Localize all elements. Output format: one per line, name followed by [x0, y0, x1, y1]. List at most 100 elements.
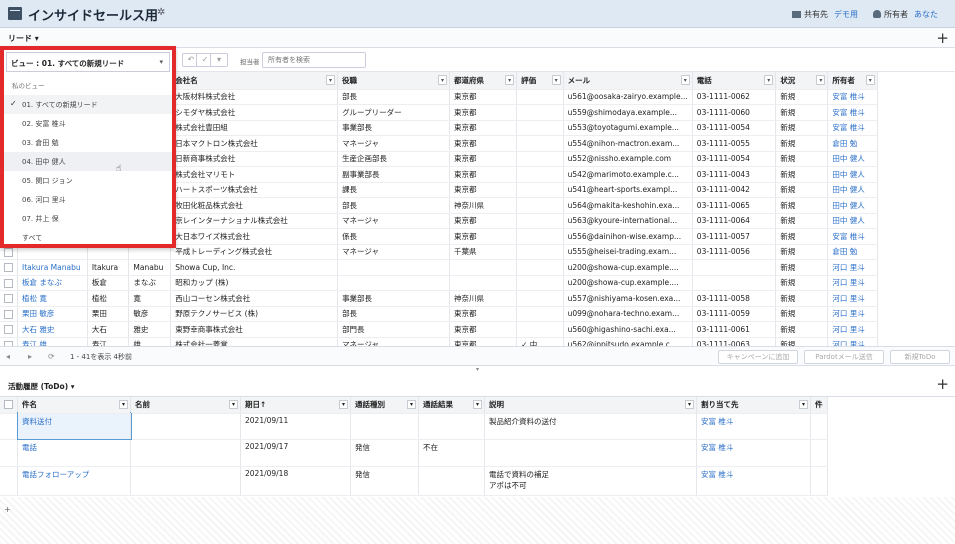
cell-pref[interactable]: 東京都 [449, 306, 518, 322]
view-option[interactable]: すべて [4, 228, 172, 247]
cell-email[interactable]: u557@nishiyama-kosen.exa... [563, 290, 693, 307]
column-menu-icon[interactable]: ▾ [551, 75, 561, 85]
cell-name[interactable] [130, 466, 241, 496]
cell-title[interactable]: 事業部長 [337, 290, 451, 307]
column-menu-icon[interactable]: ▾ [407, 400, 416, 409]
table-row[interactable]: 栗田 敏彦 栗田 敏彦 野原テクノサービス (株) 部長 東京都 u099@nohara-t… [0, 306, 955, 322]
cell-pref[interactable]: 千葉県 [449, 244, 518, 260]
cell-owner[interactable]: 田中 健人 [827, 166, 878, 183]
cell-email[interactable]: u554@nihon-mactron.exam... [563, 135, 693, 152]
lead-name[interactable]: 板倉 まなぶ [17, 275, 88, 291]
table-row[interactable]: 植松 寛植松寛西山コーセン株式会社 事業部長 神奈川県 u557@nishiyama-… [0, 290, 955, 307]
activity-row[interactable]: 電話フォローアップ 2021/09/18 発信 電話で資料の補足 アポは不可 安富 椎斗 [0, 466, 828, 496]
cell-email[interactable]: u541@heart-sports.exampl... [563, 182, 693, 198]
cell-pref[interactable]: 東京都 [449, 104, 518, 121]
cell-status[interactable]: 新規 [775, 290, 829, 307]
cell-pref[interactable]: 東京都 [449, 166, 518, 183]
cell-desc[interactable] [484, 439, 697, 467]
table-row[interactable]: 板倉 まなぶ 板倉 まなぶ 昭和カップ (株) u200@showa-cup.examp… [0, 275, 955, 291]
next-page-icon[interactable]: ▸ [28, 352, 32, 361]
cell-email[interactable]: u563@kyoure-international... [563, 213, 693, 229]
cell-title[interactable]: マネージャ [337, 244, 451, 260]
cell-phone[interactable]: 03-1111-0056 [692, 244, 777, 260]
cell-title[interactable]: 生産企画部長 [337, 151, 451, 167]
column-header[interactable]: 件名 ▾ [17, 397, 131, 414]
cell-rating[interactable] [516, 321, 564, 338]
cell-email[interactable]: u555@heisei-trading.exam... [563, 244, 693, 260]
cell-pref[interactable]: 東京都 [449, 228, 518, 245]
cell-assignee[interactable]: 安富 椎斗 [696, 439, 811, 467]
row-checkbox[interactable] [4, 263, 13, 272]
column-menu-icon[interactable]: ▾ [326, 75, 336, 85]
tab-leads[interactable]: リード ▾ [8, 33, 39, 44]
cell-email[interactable]: u564@makita-keshohin.exa... [563, 197, 693, 214]
column-menu-icon[interactable]: ▾ [438, 75, 448, 85]
cell-title[interactable]: グループリーダー [337, 104, 451, 121]
owner-search-input[interactable] [262, 52, 366, 68]
cell-title[interactable]: 部長 [337, 89, 451, 105]
cell-rating[interactable] [516, 166, 564, 183]
cell-owner[interactable]: 田中 健人 [827, 182, 878, 198]
row-checkbox[interactable] [4, 247, 13, 257]
view-option[interactable]: 06. 河口 里斗 [4, 190, 172, 209]
cell-result[interactable] [418, 413, 485, 440]
cell-pref[interactable]: 東京都 [449, 135, 518, 152]
column-menu-icon[interactable]: ▾ [680, 75, 690, 85]
cell-owner[interactable]: 倉田 勉 [827, 244, 878, 260]
cell-email[interactable]: u200@showa-cup.example.... [563, 259, 693, 276]
column-menu-icon[interactable]: ▾ [339, 400, 348, 409]
cell-phone[interactable]: 03-1111-0060 [692, 104, 777, 121]
cell-title[interactable]: 部長 [337, 306, 451, 322]
lead-name[interactable]: 植松 寛 [17, 290, 88, 307]
cell-company[interactable]: シモダヤ株式会社 [170, 104, 339, 121]
cell-pref[interactable]: 東京都 [449, 182, 518, 198]
cell-owner[interactable]: 田中 健人 [827, 197, 878, 214]
column-header[interactable]: 都道府県 ▾ [449, 72, 518, 90]
cell-pref[interactable] [449, 259, 518, 276]
cell-company[interactable]: 株式会社マリモト [170, 166, 339, 183]
cell-company[interactable]: 日新商事株式会社 [170, 151, 339, 167]
view-option[interactable]: 05. 関口 ジョン [4, 171, 172, 190]
add-to-campaign-button[interactable]: キャンペーンに追加 [718, 350, 798, 364]
cell-company[interactable]: 東野幸商事株式会社 [170, 321, 339, 338]
cell-email[interactable]: u099@nohara-techno.exam... [563, 306, 693, 322]
cell-title[interactable]: 事業部長 [337, 120, 451, 136]
cell-rating[interactable] [516, 228, 564, 245]
cell-company[interactable]: 株式会社豊田組 [170, 120, 339, 136]
cell-status[interactable]: 新規 [775, 120, 829, 136]
cell-email[interactable]: u559@shimodaya.example... [563, 104, 693, 121]
cell-rating[interactable] [516, 213, 564, 229]
cell-phone[interactable]: 03-1111-0054 [692, 151, 777, 167]
cell-email[interactable]: u542@marimoto.example.c... [563, 166, 693, 183]
column-menu-icon[interactable]: ▾ [685, 400, 694, 409]
cell-phone[interactable]: 03-1111-0062 [692, 89, 777, 105]
view-option[interactable]: 07. 井上 保 [4, 209, 172, 228]
cell-status[interactable]: 新規 [775, 166, 829, 183]
cell-owner[interactable]: 安富 椎斗 [827, 120, 878, 136]
row-checkbox[interactable] [4, 294, 13, 303]
cell-company[interactable]: 牧田化粧品株式会社 [170, 197, 339, 214]
cell-desc[interactable]: 電話で資料の補足 アポは不可 [484, 466, 697, 496]
cell-rating[interactable] [516, 259, 564, 276]
cell-rating[interactable] [516, 275, 564, 291]
cell-pref[interactable]: 東京都 [449, 213, 518, 229]
add-activity-button[interactable]: + [936, 375, 949, 393]
cell-subject[interactable]: 電話 [17, 439, 131, 467]
cell-date[interactable]: 2021/09/18 [240, 466, 351, 496]
cell-calltype[interactable]: 発信 [350, 439, 419, 467]
cell-company[interactable]: ハートスポーツ株式会社 [170, 182, 339, 198]
cell-phone[interactable] [692, 259, 777, 276]
cell-status[interactable]: 新規 [775, 244, 829, 260]
cell-company[interactable]: Showa Cup, Inc. [170, 259, 339, 276]
column-header[interactable]: 会社名 ▾ [170, 72, 339, 90]
column-header[interactable]: 所有者 ▾ [827, 72, 878, 90]
activity-row[interactable]: 電話 2021/09/17 発信 不在 安富 椎斗 [0, 439, 828, 467]
lead-name[interactable]: 大石 雅史 [17, 321, 88, 338]
more-button[interactable]: ▾ [210, 53, 228, 67]
cell-rating[interactable] [516, 306, 564, 322]
cell-email[interactable]: u553@toyotagumi.example... [563, 120, 693, 136]
cell-rating[interactable] [516, 197, 564, 214]
cell-rating[interactable] [516, 135, 564, 152]
cell-rating[interactable] [516, 120, 564, 136]
cell-status[interactable]: 新規 [775, 197, 829, 214]
